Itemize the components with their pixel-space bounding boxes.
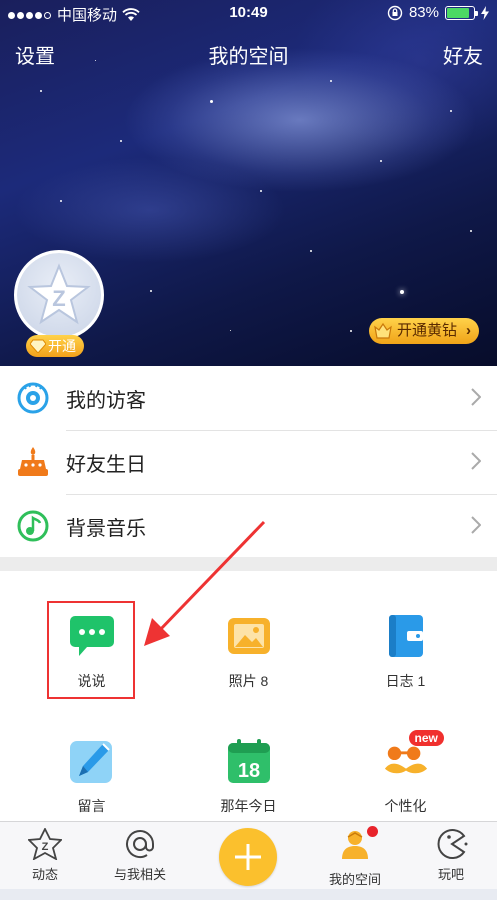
highlight-box	[47, 601, 135, 699]
tab-play[interactable]: 玩吧	[406, 828, 496, 883]
chevron-right-icon	[471, 516, 481, 534]
bottom-strip	[0, 889, 497, 900]
page-title: 我的空间	[208, 46, 289, 68]
chevron-right-icon	[471, 452, 481, 470]
grid-item-personalize[interactable]: new 个性化	[323, 696, 488, 816]
gold-button-label: 开通黄钻	[396, 322, 457, 339]
svg-text:Z: Z	[42, 841, 49, 853]
music-note-icon	[17, 510, 49, 542]
grid-item-label: 留言	[77, 798, 106, 814]
section-divider	[0, 557, 497, 571]
list-item-label: 好友生日	[66, 453, 146, 476]
tab-mentions[interactable]: 与我相关	[95, 828, 185, 883]
eye-icon	[17, 382, 49, 414]
grid-item-on-this-day[interactable]: 18 那年今日	[166, 696, 331, 816]
list-item-birthday[interactable]: 好友生日	[0, 430, 497, 494]
svg-text:Z: Z	[52, 286, 65, 311]
open-badge-label: 开通	[48, 338, 76, 354]
grid-item-label: 日志 1	[385, 673, 426, 689]
grid-item-label: 个性化	[384, 798, 427, 814]
calendar-icon: 18	[227, 739, 270, 783]
grid-item-label: 那年今日	[220, 798, 277, 814]
pacman-icon	[437, 829, 468, 859]
grid-item-guestbook[interactable]: 留言	[9, 696, 174, 816]
list-item-visitors[interactable]: 我的访客	[0, 366, 497, 430]
list-item-music[interactable]: 背景音乐	[0, 494, 497, 558]
star-z-icon: Z	[28, 828, 62, 860]
plus-icon	[235, 844, 261, 870]
tab-label: 动态	[31, 867, 58, 882]
tab-label: 我的空间	[328, 872, 381, 887]
status-bar: 中国移动 10:49 83%	[0, 0, 497, 28]
birthday-cake-icon	[18, 447, 48, 476]
list-item-label: 背景音乐	[66, 517, 146, 540]
battery-percent: 83%	[408, 4, 439, 21]
chevron-right-icon	[471, 388, 481, 406]
svg-text:18: 18	[237, 760, 259, 782]
nav-bar: 设置 我的空间 好友	[0, 36, 497, 72]
friends-button[interactable]: 好友	[443, 40, 483, 69]
crown-diamond-icon	[374, 322, 392, 339]
qzone-star-icon: Z	[27, 263, 91, 325]
tab-feed[interactable]: Z 动态	[0, 828, 90, 883]
pen-icon	[69, 741, 112, 783]
open-yellow-diamond-button[interactable]: 开通黄钻 ›	[368, 318, 479, 344]
tab-bar: Z 动态 与我相关 我的空间 玩吧	[0, 821, 497, 889]
post-plus-button[interactable]	[219, 828, 277, 886]
open-vip-badge[interactable]: 开通	[26, 335, 84, 357]
feature-list: 我的访客 好友生日 背景音乐	[0, 366, 497, 558]
new-badge: new	[408, 730, 444, 746]
grid-item-photos[interactable]: 照片 8	[166, 571, 331, 691]
tab-label: 玩吧	[437, 867, 464, 882]
tab-my-space[interactable]: 我的空间	[310, 826, 400, 888]
grid-item-label: 照片 8	[228, 673, 269, 689]
chevron-right-icon: ›	[466, 322, 471, 339]
charging-icon	[481, 5, 489, 20]
avatar[interactable]: Z	[14, 250, 104, 340]
rotation-lock-icon	[387, 5, 403, 20]
grid-item-journal[interactable]: 日志 1	[323, 571, 488, 691]
photo-icon	[227, 618, 270, 654]
list-item-label: 我的访客	[66, 389, 146, 412]
journal-icon	[388, 615, 423, 657]
at-icon	[126, 830, 154, 858]
tab-label: 与我相关	[113, 867, 166, 882]
diamond-icon	[30, 339, 46, 353]
battery-icon	[445, 5, 478, 20]
notification-dot	[367, 826, 378, 837]
